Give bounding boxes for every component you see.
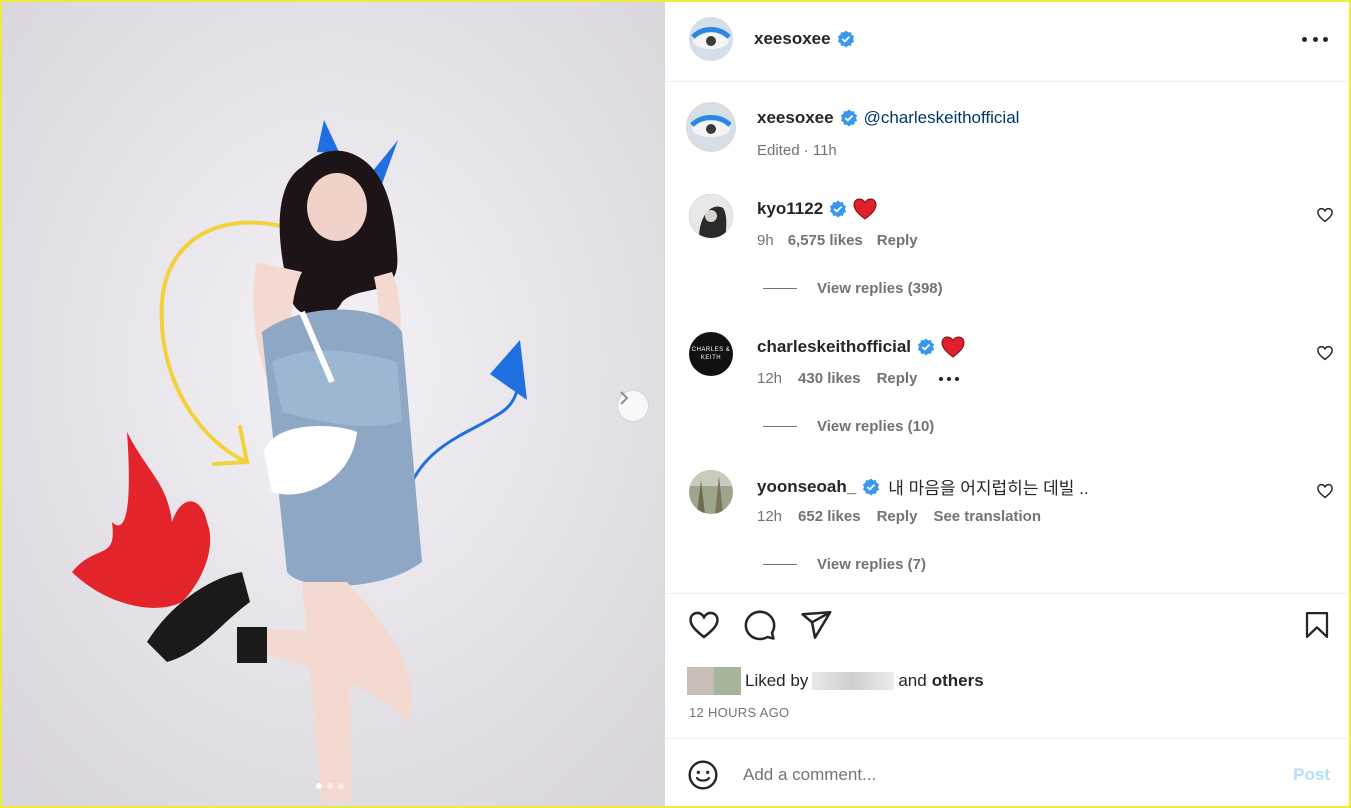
verified-badge-icon <box>840 109 857 127</box>
emoji-smiley-icon[interactable] <box>687 759 719 791</box>
reply-button[interactable]: Reply <box>877 370 918 387</box>
post-details-panel: xeesoxee xeesoxee @charleskeithofficial … <box>664 2 1350 806</box>
comment-time: 12h <box>757 370 783 387</box>
liked-by-summary: Liked by and others <box>687 667 984 695</box>
save-bookmark-icon[interactable] <box>1302 608 1332 642</box>
avatar-photo <box>689 470 733 514</box>
photo-illustration <box>2 2 664 806</box>
carousel-dot <box>327 783 333 789</box>
verified-badge-icon <box>863 478 880 495</box>
commenter-avatar[interactable] <box>689 470 733 514</box>
reply-button[interactable]: Reply <box>877 508 918 525</box>
like-comment-heart-icon[interactable] <box>1316 482 1334 500</box>
like-comment-heart-icon[interactable] <box>1316 206 1334 224</box>
add-comment-bar: Post <box>665 738 1350 806</box>
commenter-avatar[interactable] <box>689 194 733 238</box>
caption: xeesoxee @charleskeithofficial Edited · … <box>665 100 1350 170</box>
verified-badge-icon <box>837 30 854 48</box>
view-replies-label: View replies (398) <box>817 280 943 297</box>
verified-badge-icon <box>917 338 935 356</box>
liked-by-others-link[interactable]: others <box>932 671 984 691</box>
commenter-avatar[interactable]: CHARLES & KEITH <box>689 332 733 376</box>
comment-likes[interactable]: 652 likes <box>798 508 861 525</box>
post-photo[interactable] <box>2 2 664 806</box>
comment-time: 12h <box>757 508 783 525</box>
commenter-username[interactable]: yoonseoah_ <box>757 477 856 497</box>
view-replies-label: View replies (10) <box>817 418 935 435</box>
chevron-right-icon <box>620 391 629 405</box>
carousel-dot <box>338 783 344 789</box>
view-replies-toggle[interactable]: View replies (398) <box>763 280 943 297</box>
carousel-dot <box>316 783 322 789</box>
see-translation-link[interactable]: See translation <box>933 508 1041 525</box>
post-actions <box>665 608 1350 652</box>
commenter-username[interactable]: charleskeithofficial <box>757 337 911 357</box>
comment-likes[interactable]: 430 likes <box>798 370 861 387</box>
header-username[interactable]: xeesoxee <box>754 29 831 49</box>
caption-author-avatar[interactable] <box>686 102 736 152</box>
caption-meta: Edited · 11h <box>757 142 837 159</box>
comment-item: CHARLES & KEITH charleskeithofficial 12h… <box>665 330 1350 440</box>
verified-badge-icon <box>830 200 847 218</box>
charles-keith-logo: CHARLES & KEITH <box>691 347 731 361</box>
comments-section: xeesoxee @charleskeithofficial Edited · … <box>665 82 1350 594</box>
commenter-username[interactable]: kyo1122 <box>757 199 823 219</box>
more-options-icon[interactable] <box>1302 29 1328 49</box>
liked-by-conjunction: and <box>898 671 927 690</box>
comment-bubble-icon[interactable] <box>743 608 777 642</box>
liked-by-prefix: Liked by <box>745 671 809 690</box>
caption-mention-link[interactable]: @charleskeithofficial <box>864 108 1020 128</box>
author-avatar[interactable] <box>689 17 733 61</box>
comment-likes[interactable]: 6,575 likes <box>788 232 863 249</box>
comment-time: 9h <box>757 232 774 249</box>
share-send-icon[interactable] <box>799 608 833 642</box>
comment-options-icon[interactable] <box>939 376 960 381</box>
caption-username[interactable]: xeesoxee <box>757 108 834 128</box>
avatar-eye-image <box>689 17 733 61</box>
red-heart-emoji-icon <box>941 336 965 358</box>
carousel-indicator <box>316 783 344 789</box>
comment-item: yoonseoah_ 내 마음을 어지럽히는 데빌 .. 12h 652 lik… <box>665 468 1350 578</box>
liker-avatars[interactable] <box>687 667 741 695</box>
reply-button[interactable]: Reply <box>877 232 918 249</box>
view-replies-toggle[interactable]: View replies (7) <box>763 556 926 573</box>
comment-text: 내 마음을 어지럽히는 데빌 .. <box>888 479 1089 498</box>
red-heart-emoji-icon <box>853 198 877 220</box>
liker-username-redacted[interactable] <box>812 672 895 690</box>
next-image-button[interactable] <box>618 391 648 421</box>
avatar-photo <box>689 194 733 238</box>
avatar-eye-image <box>688 104 734 150</box>
post-comment-button[interactable]: Post <box>1293 765 1330 785</box>
post-timestamp[interactable]: 12 HOURS AGO <box>689 705 789 720</box>
comment-item: kyo1122 9h 6,575 likes Reply View replie… <box>665 192 1350 302</box>
like-comment-heart-icon[interactable] <box>1316 344 1334 362</box>
comment-input[interactable] <box>743 765 1243 785</box>
view-replies-label: View replies (7) <box>817 556 926 573</box>
view-replies-toggle[interactable]: View replies (10) <box>763 418 934 435</box>
like-heart-icon[interactable] <box>687 608 721 642</box>
post-header: xeesoxee <box>665 2 1350 82</box>
